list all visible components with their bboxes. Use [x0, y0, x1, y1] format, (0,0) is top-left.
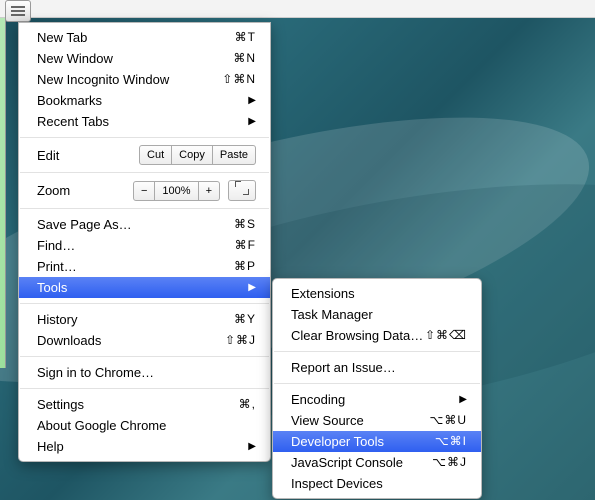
menu-item-zoom: Zoom − 100% + — [19, 178, 270, 203]
menu-label: Task Manager — [291, 306, 467, 323]
menu-label: New Tab — [37, 29, 235, 46]
submenu-arrow-icon: ▶ — [248, 113, 256, 130]
menu-label: Encoding — [291, 391, 453, 408]
menu-shortcut: ⇧⌘N — [222, 71, 256, 88]
menu-item-settings[interactable]: Settings ⌘, — [19, 394, 270, 415]
menu-label: Tools — [37, 279, 242, 296]
menu-shortcut: ⌥⌘U — [430, 412, 468, 429]
menu-label: Recent Tabs — [37, 113, 242, 130]
menu-label: Help — [37, 438, 242, 455]
chrome-menu-button[interactable] — [5, 0, 31, 22]
menu-label: Report an Issue… — [291, 359, 467, 376]
menu-item-history[interactable]: History ⌘Y — [19, 309, 270, 330]
menu-item-edit: Edit Cut Copy Paste — [19, 143, 270, 167]
menu-shortcut: ⇧⌘J — [225, 332, 256, 349]
menu-shortcut: ⌘S — [234, 216, 256, 233]
menu-separator — [20, 208, 269, 209]
menu-separator — [20, 388, 269, 389]
menu-shortcut: ⌘T — [235, 29, 256, 46]
zoom-out-button[interactable]: − — [133, 181, 155, 201]
submenu-item-extensions[interactable]: Extensions — [273, 283, 481, 304]
menu-label: Downloads — [37, 332, 225, 349]
menu-separator — [274, 351, 480, 352]
menu-label: Find… — [37, 237, 235, 254]
menu-label: About Google Chrome — [37, 417, 256, 434]
menu-label: New Window — [37, 50, 233, 67]
menu-item-about[interactable]: About Google Chrome — [19, 415, 270, 436]
menu-item-new-window[interactable]: New Window ⌘N — [19, 48, 270, 69]
menu-item-help[interactable]: Help ▶ — [19, 436, 270, 457]
submenu-item-encoding[interactable]: Encoding ▶ — [273, 389, 481, 410]
submenu-arrow-icon: ▶ — [248, 279, 256, 296]
menu-shortcut: ⌥⌘I — [435, 433, 467, 450]
menu-label: Save Page As… — [37, 216, 234, 233]
menu-separator — [20, 172, 269, 173]
hamburger-icon — [11, 6, 25, 16]
window-left-edge — [0, 18, 6, 368]
menu-item-find[interactable]: Find… ⌘F — [19, 235, 270, 256]
zoom-value: 100% — [155, 181, 198, 201]
menu-label: JavaScript Console — [291, 454, 432, 471]
menu-shortcut: ⌥⌘J — [432, 454, 467, 471]
menu-label: Settings — [37, 396, 239, 413]
menu-shortcut: ⌘Y — [234, 311, 256, 328]
menu-shortcut: ⌘N — [233, 50, 256, 67]
tools-submenu: Extensions Task Manager Clear Browsing D… — [272, 278, 482, 499]
submenu-item-clear-browsing-data[interactable]: Clear Browsing Data… ⇧⌘⌫ — [273, 325, 481, 346]
menu-item-sign-in[interactable]: Sign in to Chrome… — [19, 362, 270, 383]
submenu-arrow-icon: ▶ — [459, 391, 467, 408]
zoom-in-button[interactable]: + — [199, 181, 220, 201]
menu-label: Inspect Devices — [291, 475, 467, 492]
submenu-arrow-icon: ▶ — [248, 92, 256, 109]
fullscreen-button[interactable] — [228, 180, 256, 201]
menu-separator — [274, 383, 480, 384]
menu-label: Developer Tools — [291, 433, 435, 450]
submenu-item-javascript-console[interactable]: JavaScript Console ⌥⌘J — [273, 452, 481, 473]
menu-label: Zoom — [37, 182, 133, 199]
menu-separator — [20, 356, 269, 357]
menu-label: New Incognito Window — [37, 71, 222, 88]
menu-label: Clear Browsing Data… — [291, 327, 425, 344]
menu-label: History — [37, 311, 234, 328]
menu-item-new-incognito[interactable]: New Incognito Window ⇧⌘N — [19, 69, 270, 90]
menu-item-bookmarks[interactable]: Bookmarks ▶ — [19, 90, 270, 111]
menu-label: Print… — [37, 258, 234, 275]
submenu-item-view-source[interactable]: View Source ⌥⌘U — [273, 410, 481, 431]
chrome-main-menu: New Tab ⌘T New Window ⌘N New Incognito W… — [18, 22, 271, 462]
menu-shortcut: ⌘F — [235, 237, 256, 254]
menu-label: View Source — [291, 412, 430, 429]
submenu-item-report-issue[interactable]: Report an Issue… — [273, 357, 481, 378]
menu-item-recent-tabs[interactable]: Recent Tabs ▶ — [19, 111, 270, 132]
submenu-item-developer-tools[interactable]: Developer Tools ⌥⌘I — [273, 431, 481, 452]
copy-button[interactable]: Copy — [172, 145, 213, 165]
fullscreen-icon — [236, 182, 248, 194]
menu-label: Edit — [37, 147, 139, 164]
menu-shortcut: ⌘, — [239, 396, 256, 413]
submenu-item-inspect-devices[interactable]: Inspect Devices — [273, 473, 481, 494]
submenu-arrow-icon: ▶ — [248, 438, 256, 455]
menu-label: Bookmarks — [37, 92, 242, 109]
paste-button[interactable]: Paste — [213, 145, 256, 165]
menu-item-tools[interactable]: Tools ▶ — [19, 277, 270, 298]
menu-item-downloads[interactable]: Downloads ⇧⌘J — [19, 330, 270, 351]
menu-item-print[interactable]: Print… ⌘P — [19, 256, 270, 277]
menu-item-new-tab[interactable]: New Tab ⌘T — [19, 27, 270, 48]
menu-separator — [20, 137, 269, 138]
menu-separator — [20, 303, 269, 304]
menu-shortcut: ⇧⌘⌫ — [425, 327, 467, 344]
submenu-item-task-manager[interactable]: Task Manager — [273, 304, 481, 325]
menu-shortcut: ⌘P — [234, 258, 256, 275]
window-top-bar — [0, 0, 595, 18]
menu-item-save-page-as[interactable]: Save Page As… ⌘S — [19, 214, 270, 235]
menu-label: Sign in to Chrome… — [37, 364, 256, 381]
menu-label: Extensions — [291, 285, 467, 302]
cut-button[interactable]: Cut — [139, 145, 172, 165]
